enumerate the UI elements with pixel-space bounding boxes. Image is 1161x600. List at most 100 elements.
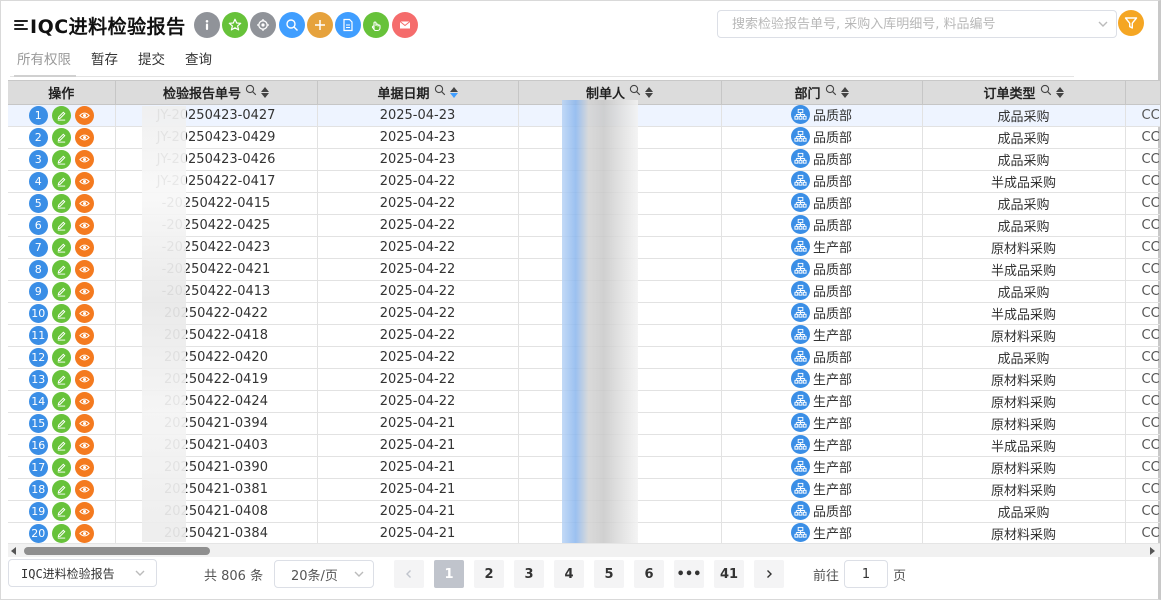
eye-icon[interactable]: [74, 281, 94, 301]
sort-icon[interactable]: [645, 86, 653, 98]
eye-icon[interactable]: [74, 303, 94, 323]
info-button[interactable]: [193, 12, 220, 38]
eye-icon[interactable]: [74, 501, 94, 521]
edit-icon[interactable]: [51, 171, 71, 191]
next-page-button[interactable]: [754, 560, 784, 588]
page-button-4[interactable]: 5: [594, 560, 624, 588]
edit-icon[interactable]: [51, 413, 71, 433]
eye-icon[interactable]: [74, 457, 94, 477]
edit-icon[interactable]: [51, 237, 71, 257]
eye-icon[interactable]: [74, 369, 94, 389]
column-search-icon[interactable]: [245, 84, 257, 100]
eye-icon[interactable]: [74, 347, 94, 367]
eye-icon[interactable]: [74, 193, 94, 213]
edit-icon[interactable]: [51, 479, 71, 499]
eye-icon[interactable]: [74, 435, 94, 455]
column-header-op[interactable]: 操作: [8, 81, 116, 105]
eye-icon[interactable]: [74, 413, 94, 433]
tab-3[interactable]: 查询: [185, 48, 212, 70]
cell-actions: 5: [8, 192, 116, 215]
tab-2[interactable]: 提交: [138, 48, 165, 70]
cell-dept: 生产部: [721, 434, 923, 457]
sort-icon[interactable]: [449, 86, 458, 98]
star-button[interactable]: [221, 12, 248, 38]
mail-button[interactable]: [391, 12, 418, 38]
edit-icon[interactable]: [51, 215, 71, 235]
edit-icon[interactable]: [51, 457, 71, 477]
column-header-dept[interactable]: 部门: [721, 81, 923, 105]
sort-icon[interactable]: [261, 86, 269, 98]
column-header-no[interactable]: 检验报告单号: [115, 81, 318, 105]
eye-icon[interactable]: [74, 325, 94, 345]
edit-icon[interactable]: [51, 281, 71, 301]
page-size-select[interactable]: 20条/页: [274, 560, 374, 588]
page-button-0[interactable]: 1: [434, 560, 464, 588]
page-button-3[interactable]: 4: [554, 560, 584, 588]
page-button-5[interactable]: 6: [634, 560, 664, 588]
eye-icon[interactable]: [74, 259, 94, 279]
cell-actions: 17: [8, 456, 116, 479]
filter-button[interactable]: [1118, 10, 1144, 36]
chevron-down-icon[interactable]: [1090, 18, 1116, 30]
eye-icon[interactable]: [74, 127, 94, 147]
column-header-extra[interactable]: [1125, 81, 1160, 105]
edit-icon[interactable]: [51, 303, 71, 323]
dept-label: 品质部: [812, 285, 852, 300]
edit-icon[interactable]: [51, 193, 71, 213]
goto-page-input[interactable]: [844, 560, 888, 588]
sort-icon[interactable]: [840, 86, 849, 98]
edit-icon[interactable]: [51, 501, 71, 521]
eye-icon[interactable]: [74, 105, 94, 125]
edit-icon[interactable]: [51, 369, 71, 389]
edit-icon[interactable]: [51, 105, 71, 125]
document-button[interactable]: [335, 12, 362, 38]
eye-icon[interactable]: [74, 391, 94, 411]
page-button-7[interactable]: 41: [714, 560, 744, 588]
edit-icon[interactable]: [51, 259, 71, 279]
cell-extra: CC: [1125, 390, 1160, 413]
prev-page-button[interactable]: [394, 560, 424, 588]
column-search-icon[interactable]: [825, 84, 837, 100]
column-search-icon[interactable]: [434, 84, 446, 100]
eye-icon[interactable]: [74, 523, 94, 543]
column-search-icon[interactable]: [1040, 84, 1052, 100]
sort-icon[interactable]: [1055, 86, 1064, 98]
edit-icon[interactable]: [51, 325, 71, 345]
column-search-icon[interactable]: [629, 84, 641, 100]
scrollbar-thumb[interactable]: [24, 547, 210, 555]
page-button-1[interactable]: 2: [474, 560, 504, 588]
search-button[interactable]: [278, 12, 305, 38]
filter-icon: [1124, 17, 1138, 29]
edit-icon[interactable]: [51, 391, 71, 411]
search-input[interactable]: [732, 16, 1090, 32]
cell-dept: 品质部: [721, 500, 923, 523]
edit-icon[interactable]: [51, 347, 71, 367]
eye-icon[interactable]: [74, 215, 94, 235]
column-header-date[interactable]: 单据日期: [317, 81, 519, 105]
eye-icon[interactable]: [74, 149, 94, 169]
org-chart-icon: [790, 435, 810, 454]
search-box[interactable]: [717, 10, 1117, 38]
column-header-type[interactable]: 订单类型: [922, 81, 1126, 105]
cell-date: 2025-04-21: [317, 478, 519, 501]
page-button-6[interactable]: •••: [674, 560, 704, 588]
tab-1[interactable]: 暂存: [91, 48, 118, 70]
edit-icon[interactable]: [51, 435, 71, 455]
menu-icon[interactable]: [14, 19, 28, 31]
report-select[interactable]: IQC进料检验报告: [8, 559, 157, 587]
edit-icon[interactable]: [51, 127, 71, 147]
edit-icon[interactable]: [51, 523, 71, 543]
org-chart-icon: [790, 347, 810, 366]
tab-0[interactable]: 所有权限: [17, 48, 71, 70]
eye-icon[interactable]: [74, 237, 94, 257]
edit-icon[interactable]: [51, 149, 71, 169]
eye-icon[interactable]: [74, 479, 94, 499]
add-button[interactable]: [306, 12, 333, 38]
scroll-left-icon[interactable]: [11, 547, 16, 555]
horizontal-scrollbar[interactable]: [8, 543, 1160, 557]
eye-icon[interactable]: [74, 171, 94, 191]
page-button-2[interactable]: 3: [514, 560, 544, 588]
hand-button[interactable]: [363, 12, 390, 38]
settings-button[interactable]: [250, 12, 277, 38]
scroll-right-icon[interactable]: [1150, 547, 1155, 555]
